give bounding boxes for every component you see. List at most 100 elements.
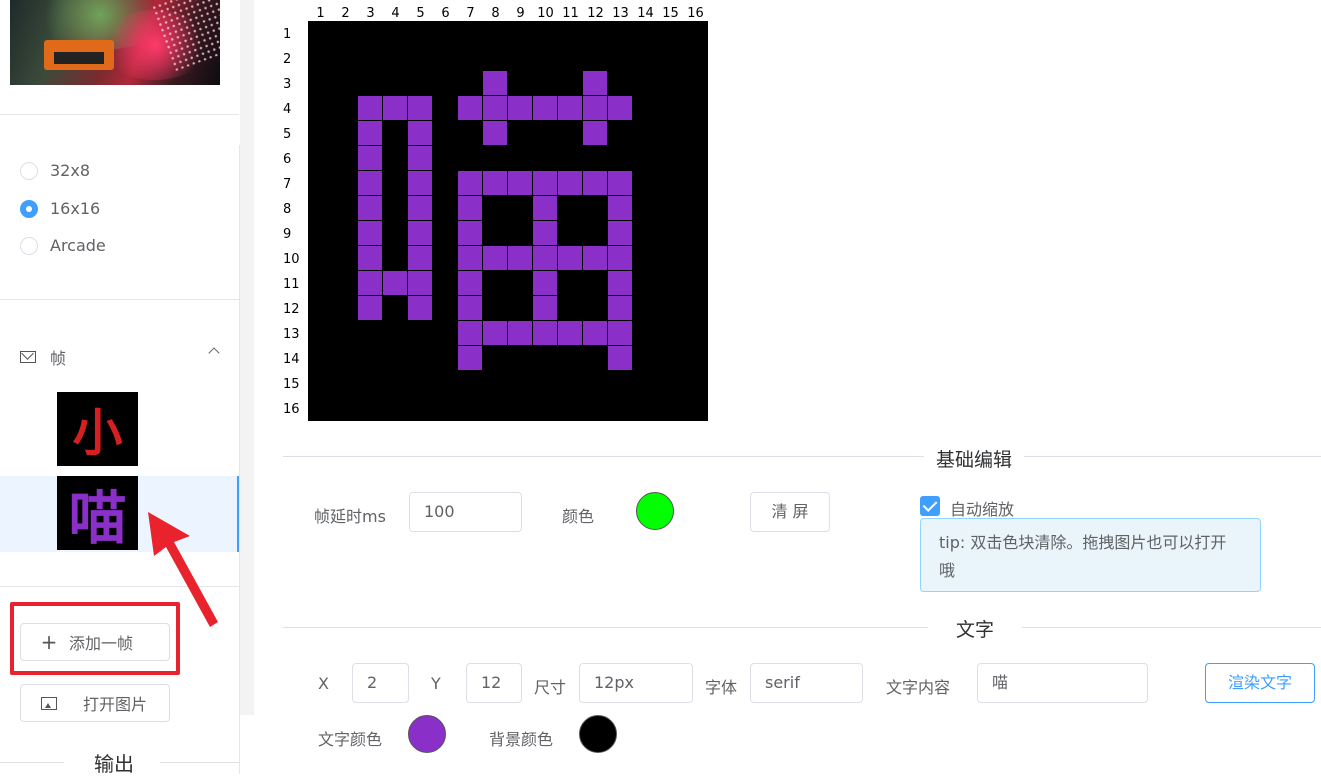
color-picker-swatch[interactable] — [636, 492, 674, 530]
pixel-cell[interactable] — [483, 96, 507, 120]
pixel-cell[interactable] — [533, 221, 557, 245]
pixel-cell[interactable] — [533, 196, 557, 220]
auto-zoom-checkbox[interactable] — [920, 496, 940, 516]
pixel-cell[interactable] — [458, 221, 482, 245]
pixel-cell[interactable] — [608, 171, 632, 195]
pixel-cell[interactable] — [533, 96, 557, 120]
pixel-cell[interactable] — [458, 171, 482, 195]
pixel-cell[interactable] — [483, 71, 507, 95]
pixel-cell[interactable] — [358, 121, 382, 145]
radio-icon[interactable] — [20, 236, 38, 255]
pixel-cell[interactable] — [458, 346, 482, 370]
chevron-up-icon[interactable] — [208, 347, 220, 359]
frames-menu-header[interactable]: 帧 — [20, 346, 220, 368]
size-option-16x16[interactable]: 16x16 — [20, 199, 100, 218]
scrollbar-track[interactable] — [240, 0, 254, 715]
row-label: 16 — [283, 402, 300, 417]
pixel-grid-canvas[interactable] — [308, 21, 708, 421]
frame-item[interactable]: 小 — [0, 392, 240, 468]
pixel-cell[interactable] — [358, 296, 382, 320]
size-option-32x8[interactable]: 32x8 — [20, 161, 90, 180]
pixel-cell[interactable] — [483, 121, 507, 145]
pixel-cell[interactable] — [583, 171, 607, 195]
pixel-cell[interactable] — [358, 171, 382, 195]
pixel-cell[interactable] — [608, 96, 632, 120]
section-divider — [283, 627, 1321, 628]
size-option-label: Arcade — [50, 236, 106, 255]
pixel-cell[interactable] — [608, 321, 632, 345]
frame-delay-input[interactable]: 100 — [409, 492, 522, 532]
pixel-cell[interactable] — [408, 271, 432, 295]
pixel-cell[interactable] — [558, 171, 582, 195]
pixel-cell[interactable] — [533, 321, 557, 345]
column-label: 16 — [687, 6, 704, 21]
row-label: 12 — [283, 302, 300, 317]
radio-icon[interactable] — [20, 199, 38, 218]
pixel-cell[interactable] — [458, 96, 482, 120]
pixel-cell[interactable] — [583, 121, 607, 145]
pixel-cell[interactable] — [408, 146, 432, 170]
size-option-arcade[interactable]: Arcade — [20, 236, 106, 255]
pixel-cell[interactable] — [458, 296, 482, 320]
x-input[interactable]: 2 — [352, 663, 409, 703]
pixel-cell[interactable] — [533, 271, 557, 295]
pixel-cell[interactable] — [558, 246, 582, 270]
pixel-cell[interactable] — [383, 271, 407, 295]
pixel-cell[interactable] — [608, 246, 632, 270]
font-input[interactable]: serif — [750, 663, 863, 703]
row-label: 4 — [283, 102, 292, 117]
pixel-cell[interactable] — [408, 121, 432, 145]
pixel-cell[interactable] — [583, 96, 607, 120]
pixel-cell[interactable] — [508, 171, 532, 195]
pixel-cell[interactable] — [608, 221, 632, 245]
pixel-cell[interactable] — [458, 196, 482, 220]
y-input[interactable]: 12 — [466, 663, 522, 703]
pixel-cell[interactable] — [583, 71, 607, 95]
pixel-cell[interactable] — [533, 246, 557, 270]
pixel-cell[interactable] — [458, 321, 482, 345]
pixel-cell[interactable] — [358, 146, 382, 170]
radio-icon[interactable] — [20, 161, 38, 180]
pixel-cell[interactable] — [583, 246, 607, 270]
pixel-cell[interactable] — [358, 96, 382, 120]
size-input[interactable]: 12px — [579, 663, 693, 703]
text-color-swatch[interactable] — [408, 715, 446, 753]
pixel-cell[interactable] — [383, 96, 407, 120]
pixel-cell[interactable] — [408, 296, 432, 320]
pixel-cell[interactable] — [608, 346, 632, 370]
pixel-cell[interactable] — [458, 246, 482, 270]
pixel-cell[interactable] — [458, 271, 482, 295]
pixel-cell[interactable] — [508, 246, 532, 270]
open-image-button[interactable]: 打开图片 — [20, 684, 170, 722]
text-content-input[interactable]: 喵 — [977, 663, 1148, 703]
render-text-button[interactable]: 渲染文字 — [1205, 663, 1315, 703]
pixel-cell[interactable] — [358, 271, 382, 295]
pixel-cell[interactable] — [358, 246, 382, 270]
pixel-cell[interactable] — [408, 246, 432, 270]
column-label: 12 — [587, 6, 604, 21]
pixel-cell[interactable] — [558, 96, 582, 120]
pixel-cell[interactable] — [558, 321, 582, 345]
bg-color-swatch[interactable] — [579, 715, 617, 753]
pixel-cell[interactable] — [608, 271, 632, 295]
image-icon — [41, 696, 57, 710]
pixel-cell[interactable] — [533, 171, 557, 195]
pixel-cell[interactable] — [483, 246, 507, 270]
pixel-cell[interactable] — [483, 171, 507, 195]
pixel-cell[interactable] — [483, 321, 507, 345]
pixel-cell[interactable] — [608, 196, 632, 220]
pixel-cell[interactable] — [408, 221, 432, 245]
pixel-cell[interactable] — [583, 321, 607, 345]
pixel-cell[interactable] — [358, 221, 382, 245]
pixel-cell[interactable] — [408, 171, 432, 195]
preview-photo — [10, 0, 220, 85]
pixel-cell[interactable] — [408, 96, 432, 120]
pixel-cell[interactable] — [508, 96, 532, 120]
pixel-cell[interactable] — [358, 196, 382, 220]
pixel-cell[interactable] — [508, 321, 532, 345]
pixel-cell[interactable] — [533, 296, 557, 320]
pixel-cell[interactable] — [408, 196, 432, 220]
row-label: 14 — [283, 352, 300, 367]
clear-screen-button[interactable]: 清 屏 — [750, 492, 830, 532]
pixel-cell[interactable] — [608, 296, 632, 320]
